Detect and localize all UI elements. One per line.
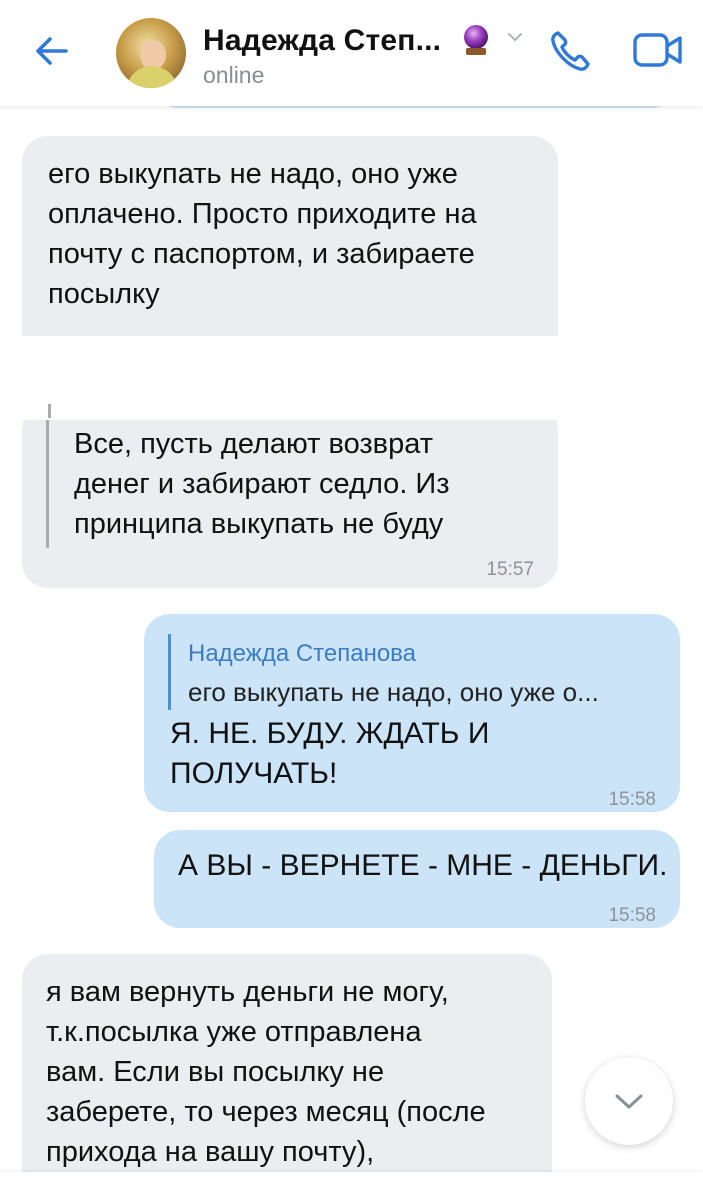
video-call-button[interactable] xyxy=(632,30,684,70)
message-time: 15:58 xyxy=(608,905,656,926)
message-text: его выкупать не надо, оно уже оплачено. … xyxy=(48,158,477,310)
reply-author[interactable]: Надежда Степанова xyxy=(188,634,416,674)
message-list[interactable]: его выкупать не надо, оно уже оплачено. … xyxy=(0,106,703,1200)
torn-edge xyxy=(0,336,703,420)
phone-icon xyxy=(551,31,590,71)
crystal-ball-icon xyxy=(464,25,488,55)
reply-bar xyxy=(168,634,171,710)
message-time: 15:58 xyxy=(608,789,656,810)
message-text: я вам вернуть деньги не могу, т.к.посылк… xyxy=(46,976,486,1168)
message-outgoing[interactable]: Надежда Степанова его выкупать не надо, … xyxy=(144,614,680,812)
chat-header: Надежда Степ... online xyxy=(0,0,703,106)
previous-outgoing-bubble-edge xyxy=(160,106,670,108)
message-time: 15:57 xyxy=(486,559,534,580)
scroll-down-icon xyxy=(615,1094,643,1109)
message-incoming[interactable]: Все, пусть делают возврат денег и забира… xyxy=(22,404,558,588)
reply-snippet[interactable]: его выкупать не надо, оно уже о... xyxy=(188,672,599,712)
message-text: Все, пусть делают возврат денег и забира… xyxy=(74,428,450,540)
message-incoming[interactable]: его выкупать не надо, оно уже оплачено. … xyxy=(22,136,558,368)
scroll-to-bottom-button[interactable] xyxy=(585,1057,673,1145)
message-input-bar[interactable] xyxy=(0,1172,703,1200)
video-camera-icon xyxy=(633,33,682,67)
message-incoming[interactable]: я вам вернуть деньги не могу, т.к.посылк… xyxy=(22,954,552,1200)
back-arrow-icon xyxy=(36,37,68,65)
message-text: Я. НЕ. БУДУ. ЖДАТЬ И ПОЛУЧАТЬ! xyxy=(170,717,490,790)
back-button[interactable] xyxy=(30,28,76,74)
chevron-down-icon[interactable] xyxy=(506,30,524,44)
avatar[interactable] xyxy=(116,18,186,88)
contact-name[interactable]: Надежда Степ... xyxy=(203,24,441,58)
quote-bar xyxy=(46,414,49,548)
call-button[interactable] xyxy=(546,26,596,76)
message-outgoing[interactable]: А ВЫ - ВЕРНЕТЕ - МНЕ - ДЕНЬГИ. 15:58 xyxy=(154,830,680,928)
online-status: online xyxy=(203,62,265,88)
message-text: А ВЫ - ВЕРНЕТЕ - МНЕ - ДЕНЬГИ. xyxy=(178,849,668,882)
